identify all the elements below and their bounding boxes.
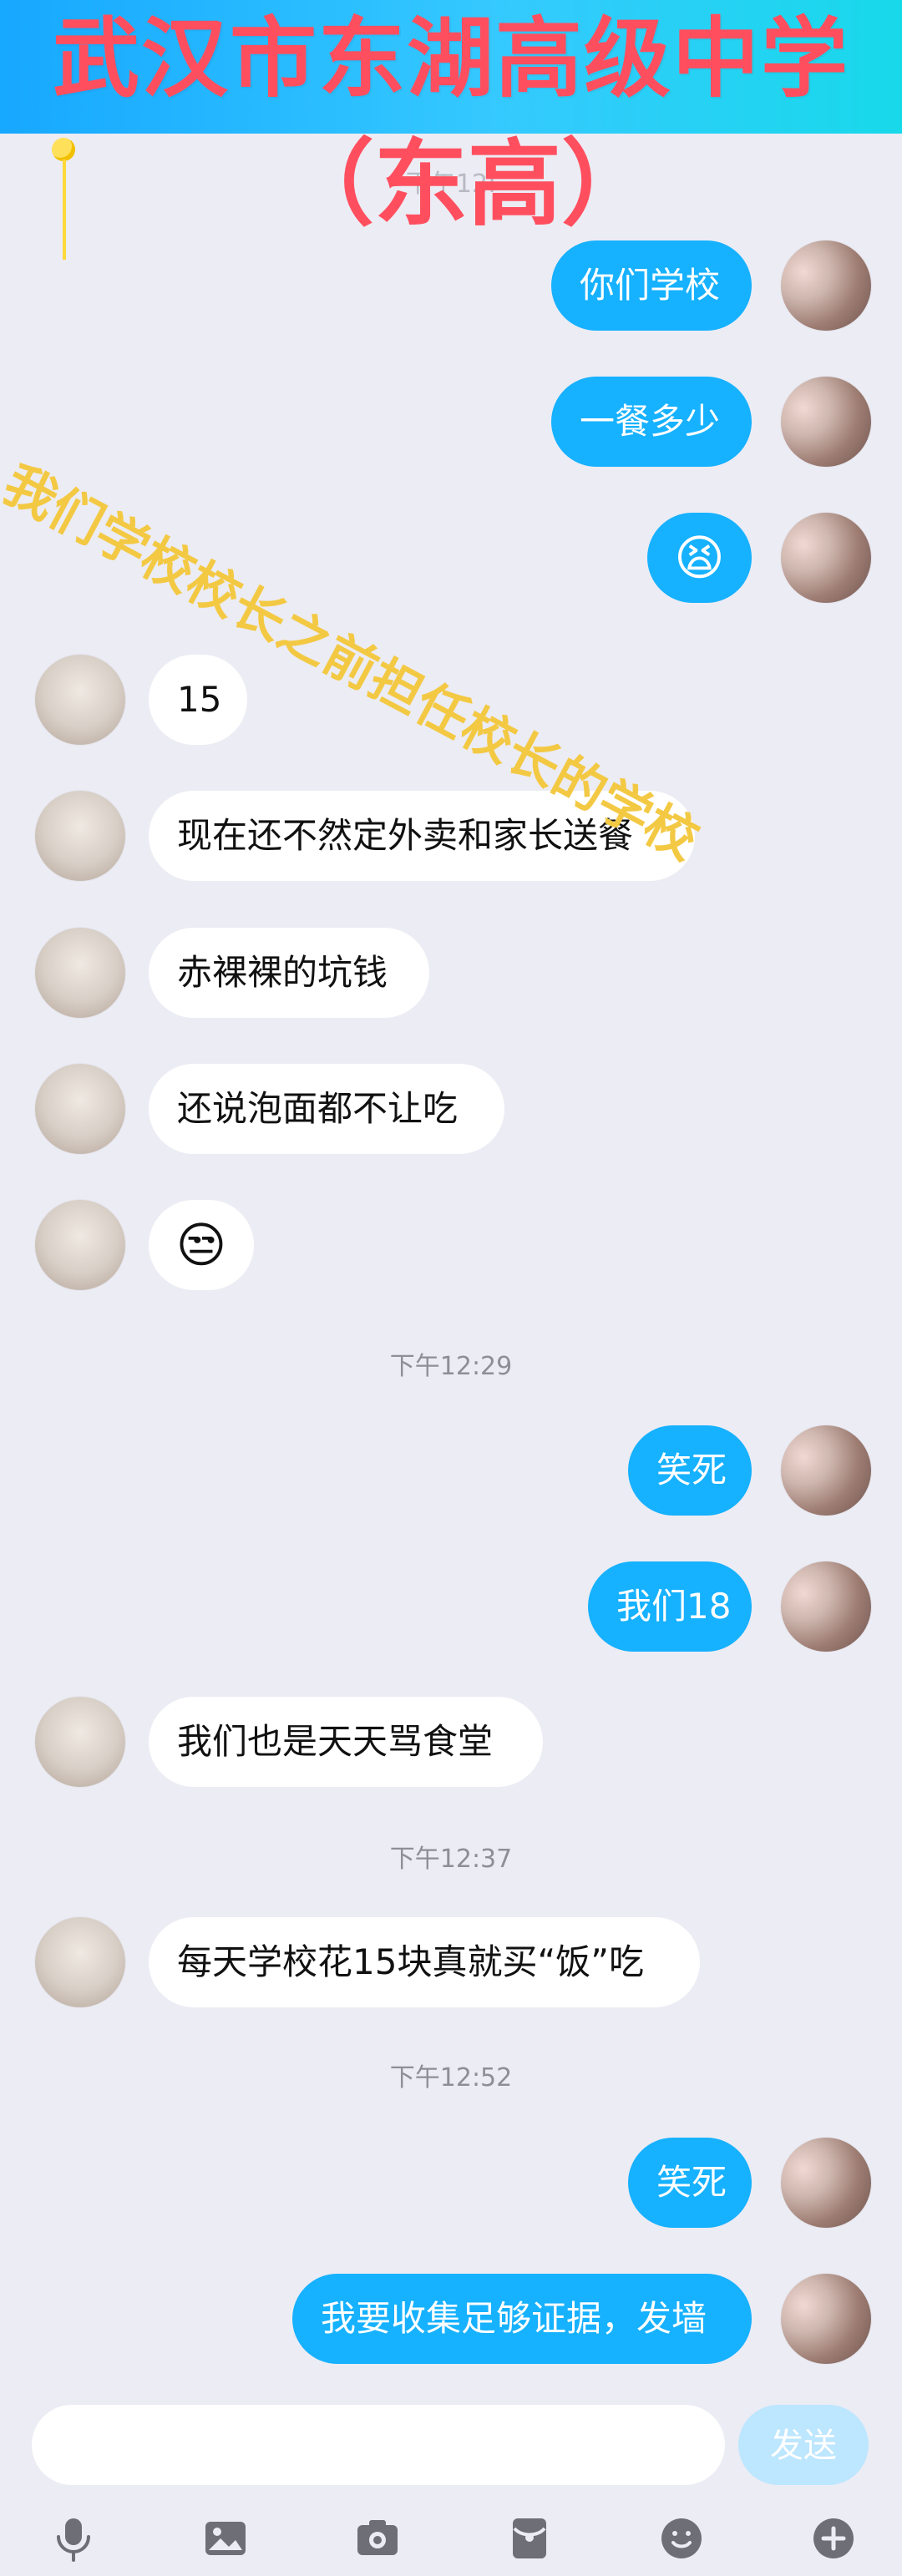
image-icon[interactable] [189,2502,262,2575]
toolbar [0,2502,902,2576]
school-short-name-overlay: （东高） [281,130,655,239]
message-bubble[interactable]: 还说泡面都不让吃 [149,1064,504,1154]
contact-avatar[interactable] [35,791,125,881]
message-bubble[interactable]: 15 [149,655,247,745]
emoji-message-bubble[interactable]: 😫 [647,513,752,603]
user-avatar[interactable] [781,513,871,603]
composer-bar: 发送 [0,2388,902,2576]
user-avatar[interactable] [781,2138,871,2228]
message-bubble[interactable]: 一餐多少 [551,377,752,467]
message-bubble[interactable]: 笑死 [628,2138,752,2228]
plus-icon[interactable] [797,2502,870,2575]
contact-avatar[interactable] [35,1064,125,1154]
timestamp: 下午12:29 [389,1352,513,1381]
user-avatar[interactable] [781,377,871,467]
message-bubble[interactable]: 笑死 [628,1425,752,1516]
message-bubble[interactable]: 我们也是天天骂食堂 [149,1697,543,1787]
red-packet-icon[interactable] [493,2502,566,2575]
user-avatar[interactable] [781,1561,871,1652]
emoji-message-bubble[interactable]: 😒 [149,1200,254,1290]
contact-avatar[interactable] [35,1200,125,1290]
contact-avatar[interactable] [35,928,125,1018]
message-bubble[interactable]: 赤裸裸的坑钱 [149,928,429,1018]
user-avatar[interactable] [781,1425,871,1516]
message-bubble[interactable]: 你们学校 [551,240,752,331]
contact-avatar[interactable] [35,655,125,745]
send-button[interactable]: 发送 [738,2405,869,2485]
timestamp: 下午12:37 [389,1845,513,1874]
message-bubble[interactable]: 每天学校花15块真就买“饭”吃 [149,1917,700,2007]
message-input[interactable] [32,2405,725,2485]
timestamp: 下午12:52 [389,2063,513,2093]
contact-avatar[interactable] [35,1697,125,1787]
school-name-overlay: 武汉市东湖高级中学 [52,8,849,109]
contact-avatar[interactable] [35,1917,125,2007]
camera-icon[interactable] [341,2502,414,2575]
user-avatar[interactable] [781,240,871,331]
microphone-icon[interactable] [37,2502,110,2575]
pin-icon [52,138,77,263]
message-bubble[interactable]: 我们18 [588,1561,752,1652]
emoji-icon[interactable] [645,2502,718,2575]
user-avatar[interactable] [781,2274,871,2364]
message-bubble[interactable]: 我要收集足够证据，发墙 [292,2274,752,2364]
